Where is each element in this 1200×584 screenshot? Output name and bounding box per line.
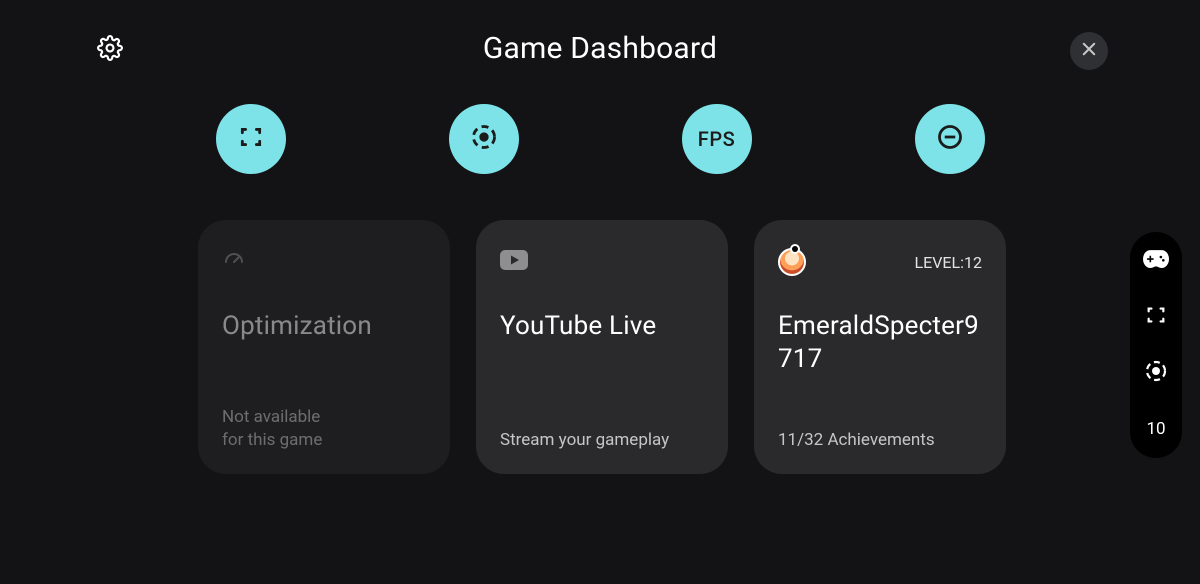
- settings-button[interactable]: [96, 36, 124, 64]
- header: Game Dashboard: [0, 0, 1200, 96]
- close-button[interactable]: [1070, 32, 1108, 70]
- youtube-icon: [500, 250, 528, 274]
- page-title: Game Dashboard: [483, 31, 717, 66]
- optimization-subtitle: Not available for this game: [222, 406, 322, 452]
- profile-card[interactable]: LEVEL:12 EmeraldSpecter9717 11/32 Achiev…: [754, 220, 1006, 474]
- level-label: LEVEL:12: [915, 253, 982, 272]
- fps-label: FPS: [698, 127, 735, 151]
- screenshot-button[interactable]: [216, 104, 286, 174]
- avatar: [778, 248, 806, 276]
- record-icon: [1144, 359, 1168, 387]
- quick-actions-row: FPS: [0, 104, 1200, 174]
- optimization-card: Optimization Not available for this game: [198, 220, 450, 474]
- optimization-title: Optimization: [222, 310, 426, 343]
- screenshot-icon: [238, 124, 264, 154]
- speedometer-icon: [222, 248, 246, 276]
- youtube-title: YouTube Live: [500, 310, 704, 343]
- youtube-subtitle: Stream your gameplay: [500, 429, 669, 452]
- floating-rail: 10: [1130, 232, 1182, 458]
- screenshot-icon: [1145, 304, 1167, 330]
- rail-fps-value[interactable]: 10: [1141, 414, 1171, 444]
- record-button[interactable]: [449, 104, 519, 174]
- rail-record-button[interactable]: [1141, 358, 1171, 388]
- rail-fps-text: 10: [1146, 419, 1165, 439]
- close-icon: [1080, 40, 1098, 62]
- rail-screenshot-button[interactable]: [1141, 302, 1171, 332]
- rail-game-button[interactable]: [1141, 246, 1171, 276]
- cards-row: Optimization Not available for this game…: [198, 220, 1200, 474]
- do-not-disturb-icon: [936, 123, 964, 155]
- dnd-button[interactable]: [915, 104, 985, 174]
- profile-username: EmeraldSpecter9717: [778, 310, 982, 375]
- gear-icon: [97, 35, 123, 65]
- fps-button[interactable]: FPS: [682, 104, 752, 174]
- youtube-live-card[interactable]: YouTube Live Stream your gameplay: [476, 220, 728, 474]
- gamepad-icon: [1143, 249, 1169, 273]
- profile-achievements: 11/32 Achievements: [778, 429, 935, 452]
- record-icon: [470, 123, 498, 155]
